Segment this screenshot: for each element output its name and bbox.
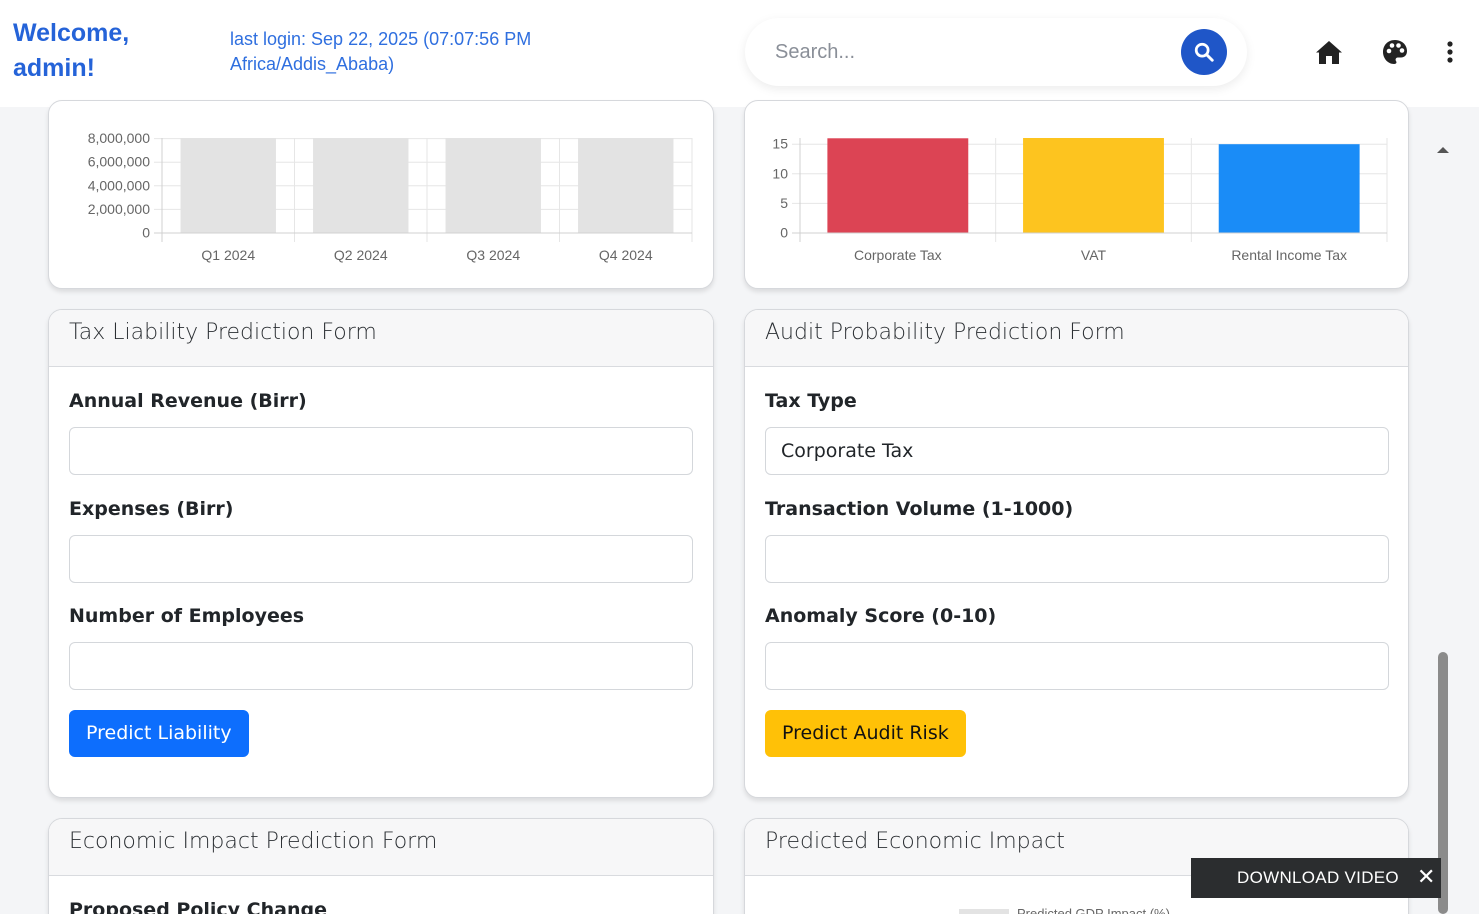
close-icon[interactable]: ✕ — [1417, 866, 1435, 888]
card-title: Tax Liability Prediction Form — [49, 310, 713, 367]
tax-type-chart: 0 5 10 15 Corporate Tax VAT Rental Income Tax — [772, 136, 1388, 263]
search-button[interactable] — [1181, 29, 1227, 75]
top-header: Welcome, admin! last login: Sep 22, 2025… — [0, 0, 1479, 107]
home-icon — [1316, 41, 1342, 64]
download-video-label[interactable]: DOWNLOAD VIDEO — [1237, 868, 1399, 888]
y-tick-label: 0 — [780, 225, 788, 241]
y-tick-label: 4,000,000 — [88, 177, 150, 193]
last-login-text: last login: Sep 22, 2025 (07:07:56 PM Af… — [230, 29, 532, 74]
bar — [1218, 144, 1360, 233]
y-tick-label: 6,000,000 — [88, 154, 150, 170]
search-icon — [1194, 42, 1214, 62]
download-video-bar[interactable]: DOWNLOAD VIDEO ✕ — [1191, 858, 1441, 898]
x-tick-label: Corporate Tax — [854, 247, 942, 263]
audit-probability-form-card: Audit Probability Prediction Form Tax Ty… — [744, 309, 1409, 798]
y-tick-label: 10 — [772, 165, 788, 181]
y-tick-label: 2,000,000 — [88, 201, 150, 217]
annual-revenue-input[interactable] — [69, 427, 693, 475]
predict-liability-button[interactable]: Predict Liability — [69, 710, 249, 757]
tax-liability-form-card: Tax Liability Prediction Form Annual Rev… — [48, 309, 714, 798]
bar — [445, 138, 541, 233]
legend-swatch — [959, 909, 1009, 914]
scroll-up-arrow-icon[interactable] — [1433, 142, 1453, 156]
bar — [313, 138, 409, 233]
bar — [578, 138, 674, 233]
more-vertical-icon — [1447, 41, 1453, 63]
expenses-input[interactable] — [69, 535, 693, 583]
bar — [827, 138, 969, 233]
y-tick-label: 0 — [142, 225, 150, 241]
predict-audit-risk-button[interactable]: Predict Audit Risk — [765, 710, 966, 757]
expenses-label: Expenses (Birr) — [69, 498, 234, 520]
theme-button[interactable] — [1379, 36, 1411, 68]
x-tick-label: Q3 2024 — [466, 247, 520, 263]
transaction-volume-input[interactable] — [765, 535, 1389, 583]
x-tick-label: Q4 2024 — [599, 247, 653, 263]
search-input[interactable] — [775, 38, 1175, 66]
bar — [180, 138, 276, 233]
bar — [1023, 138, 1164, 233]
welcome-title: Welcome, admin! — [13, 19, 130, 82]
anomaly-score-label: Anomaly Score (0-10) — [765, 605, 997, 627]
employees-label: Number of Employees — [69, 605, 305, 627]
x-tick-label: VAT — [1081, 247, 1107, 263]
revenue-chart-card: 0 2,000,000 4,000,000 6,000,000 8,000,000 Q1 … — [48, 100, 714, 289]
x-tick-label: Q2 2024 — [334, 247, 388, 263]
palette-icon — [1383, 40, 1407, 64]
search-bar — [745, 18, 1247, 86]
more-options-button[interactable] — [1434, 36, 1466, 68]
home-button[interactable] — [1313, 36, 1345, 68]
tax-type-chart-card: 0 5 10 15 Corporate Tax VAT Rental Income Tax — [744, 100, 1409, 289]
transaction-volume-label: Transaction Volume (1-1000) — [765, 498, 1074, 520]
economic-impact-form-card: Economic Impact Prediction Form Proposed… — [48, 818, 714, 914]
tax-type-select[interactable]: Corporate Tax — [765, 427, 1389, 475]
quarterly-chart: 0 2,000,000 4,000,000 6,000,000 8,000,000 Q1 … — [88, 130, 693, 263]
annual-revenue-label: Annual Revenue (Birr) — [69, 390, 307, 412]
card-title: Audit Probability Prediction Form — [745, 310, 1408, 367]
tax-type-label: Tax Type — [765, 390, 857, 412]
y-tick-label: 8,000,000 — [88, 130, 150, 146]
card-title: Economic Impact Prediction Form — [49, 819, 713, 876]
x-tick-label: Rental Income Tax — [1231, 247, 1347, 263]
policy-change-label: Proposed Policy Change — [69, 899, 327, 914]
employees-input[interactable] — [69, 642, 693, 690]
y-tick-label: 5 — [780, 195, 788, 211]
y-tick-label: 15 — [772, 136, 788, 152]
anomaly-score-input[interactable] — [765, 642, 1389, 690]
legend-label: Predicted GDP Impact (%) — [1017, 906, 1170, 914]
x-tick-label: Q1 2024 — [201, 247, 255, 263]
